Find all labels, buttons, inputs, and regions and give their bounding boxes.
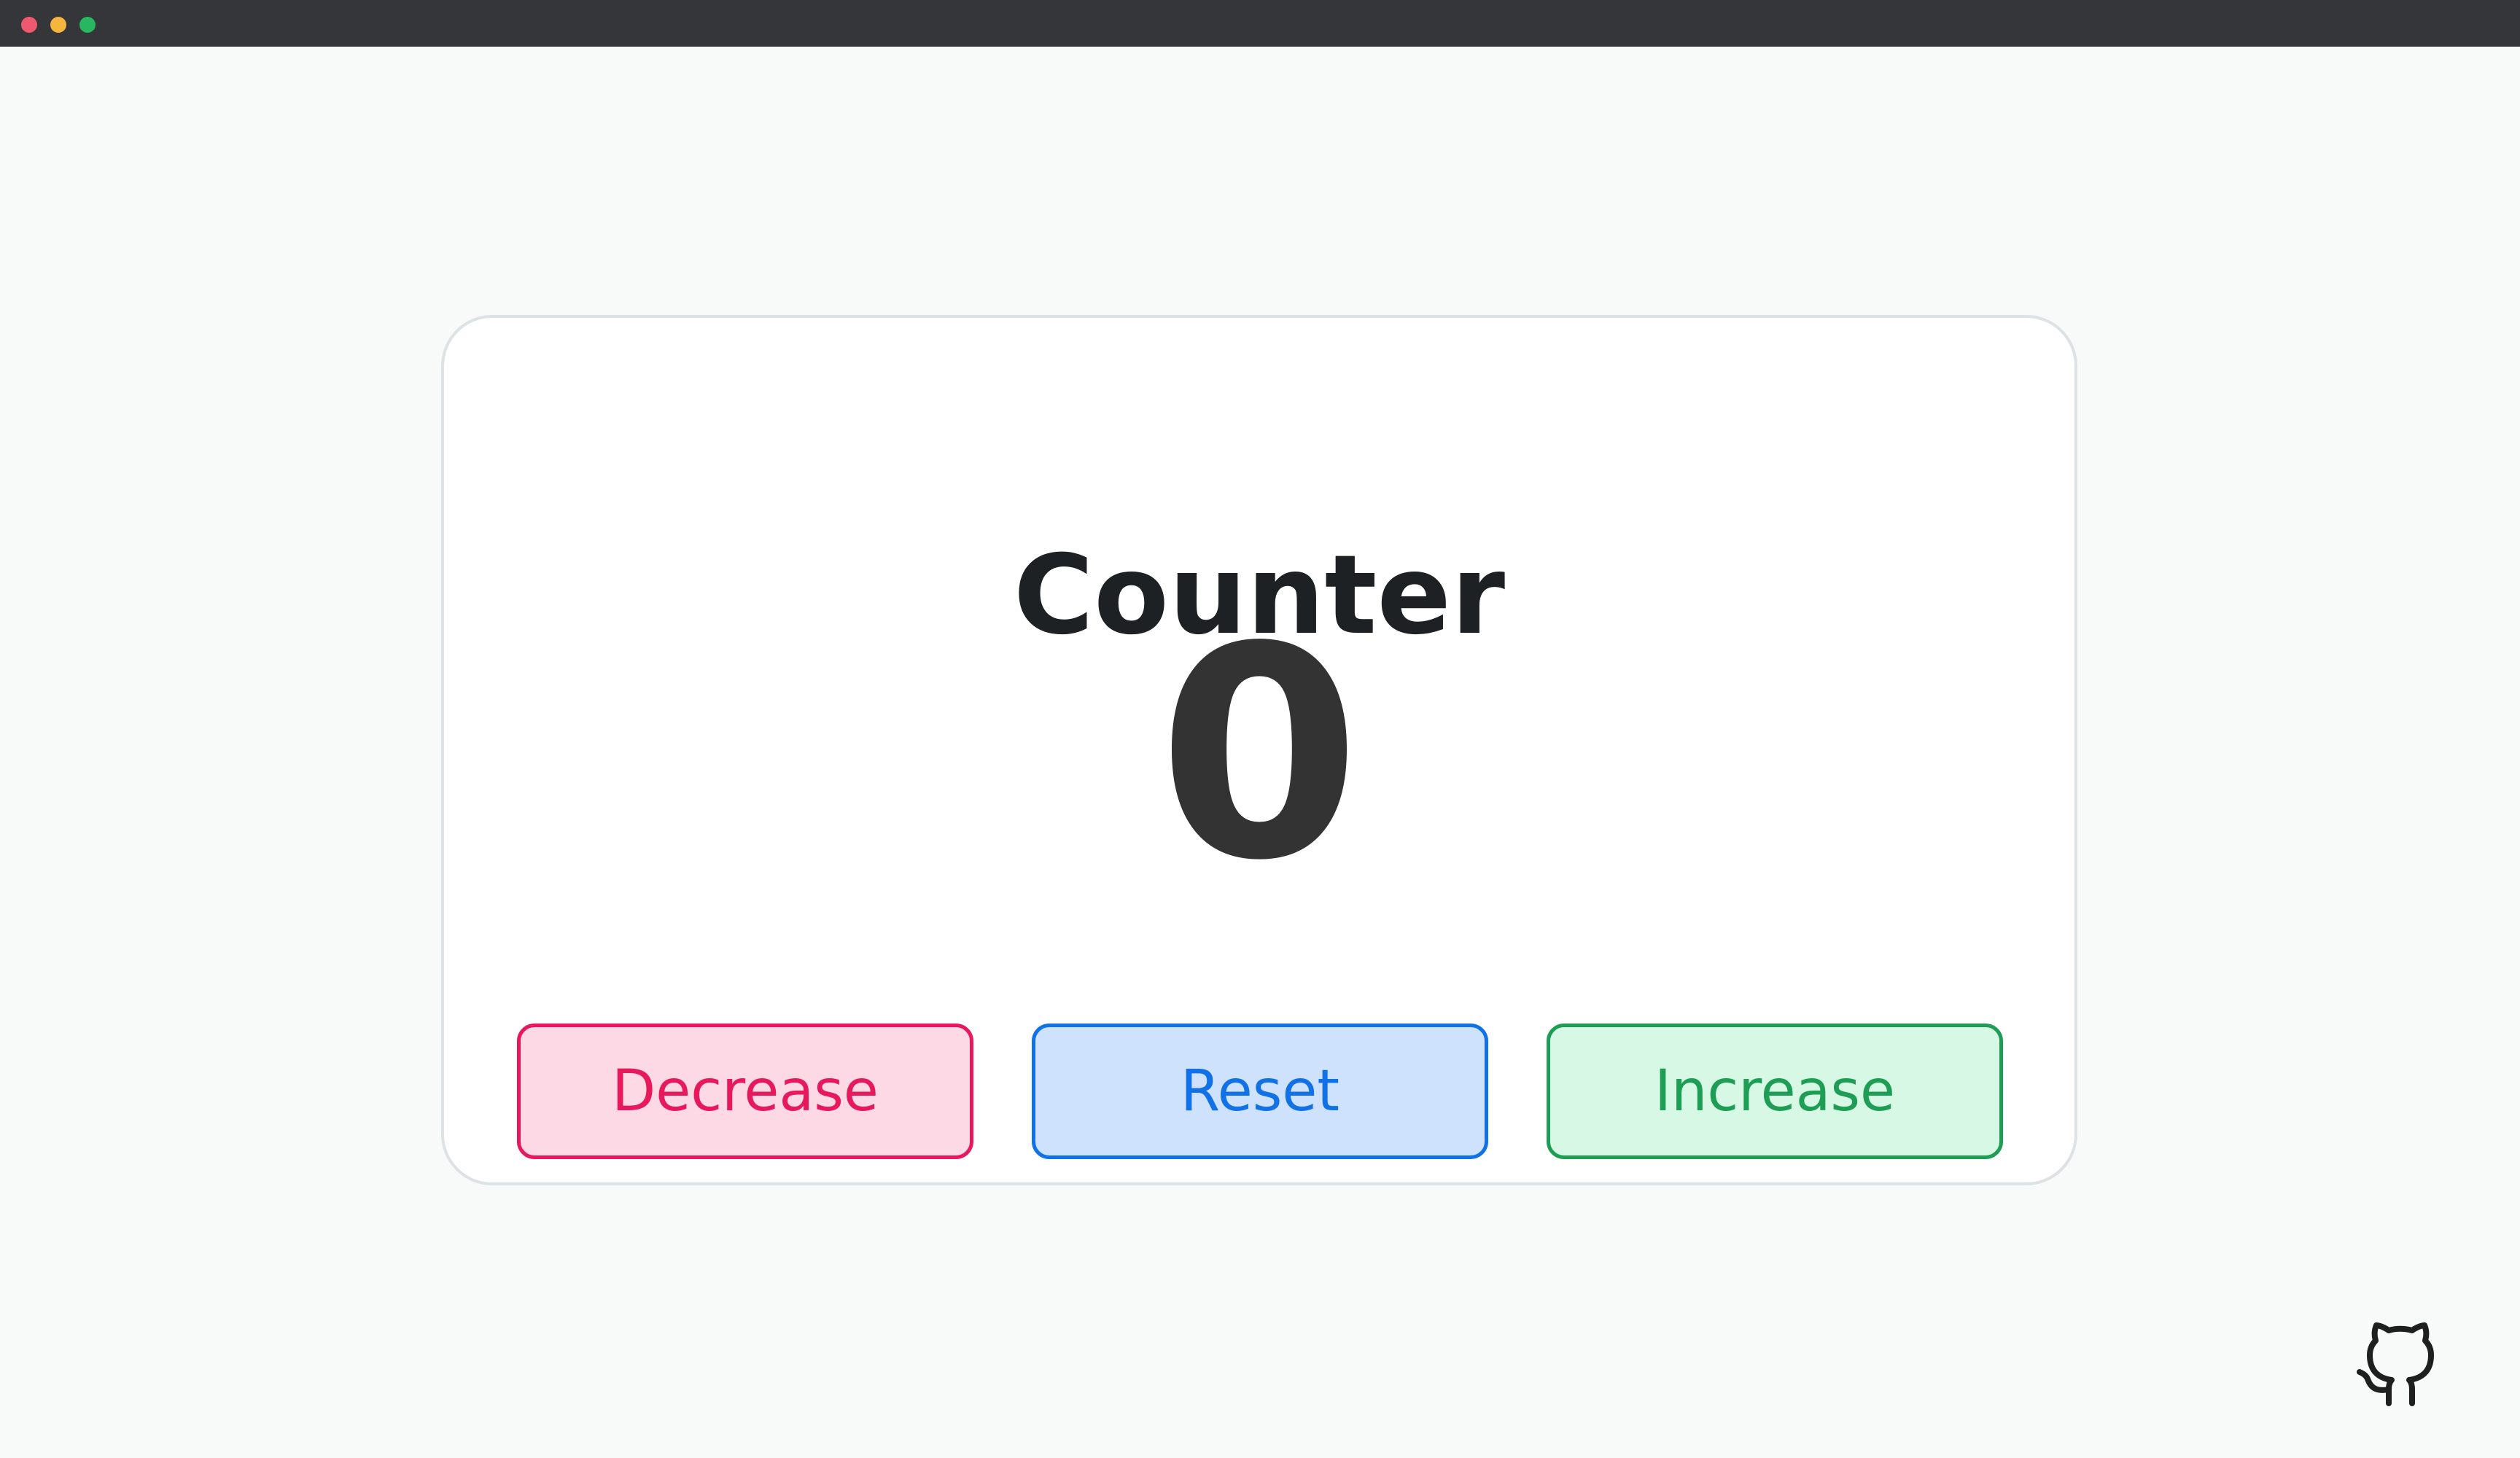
reset-button[interactable]: Reset [1032,1024,1488,1159]
decrease-button-label: Decrease [612,1059,879,1124]
github-link[interactable] [2355,1316,2446,1406]
counter-card: Counter 0 Decrease Reset Increase [441,315,2077,1185]
window-title-bar [0,0,2520,47]
github-icon [2357,1322,2434,1406]
increase-button-label: Increase [1654,1059,1896,1124]
decrease-button[interactable]: Decrease [517,1024,973,1159]
window-minimize-button[interactable] [50,17,66,33]
window-maximize-button[interactable] [79,17,96,33]
increase-button[interactable]: Increase [1547,1024,2003,1159]
app-content: Counter 0 Decrease Reset Increase [0,47,2520,1458]
counter-value: 0 [1157,585,1361,924]
window-close-button[interactable] [21,17,37,33]
reset-button-label: Reset [1181,1059,1339,1124]
